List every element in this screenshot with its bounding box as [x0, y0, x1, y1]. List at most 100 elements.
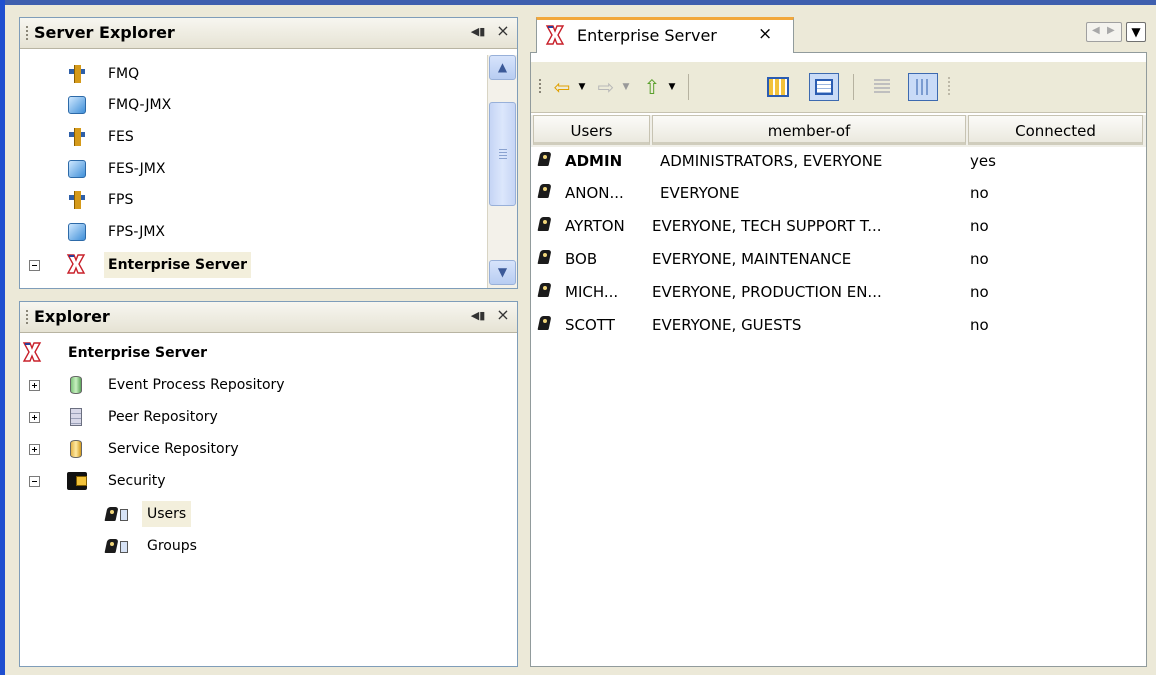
close-tab-icon[interactable]: × [758, 24, 772, 44]
users-icon [104, 506, 120, 522]
tree-item-event-process-repository[interactable]: Event Process Repository [20, 371, 500, 399]
column-view-button[interactable] [908, 73, 938, 101]
table-header: Users member-of Connected [531, 115, 1146, 147]
back-dropdown-icon[interactable]: ▼ [575, 75, 589, 99]
explorer-titlebar: Explorer ◀▮ × [20, 302, 517, 333]
server-explorer-panel: Server Explorer ◀▮ × FMQ FMQ-JMX FES FES… [19, 17, 518, 289]
scroll-down-button[interactable]: ▼ [489, 260, 516, 285]
forward-dropdown-icon[interactable]: ▼ [619, 75, 633, 99]
drag-grip-icon[interactable] [26, 26, 28, 41]
cell-member-of: EVERYONE, TECH SUPPORT T... [652, 217, 882, 235]
user-icon [537, 249, 553, 265]
tree-item-fps[interactable]: FPS [20, 186, 480, 214]
peer-repository-icon [70, 408, 82, 426]
table-row[interactable]: MICH... EVERYONE, PRODUCTION EN... no [531, 276, 1131, 308]
scroll-up-button[interactable]: ▲ [489, 55, 516, 80]
cell-user: ADMIN [565, 152, 623, 170]
icon-view-icon[interactable] [767, 77, 789, 97]
up-dropdown-icon[interactable]: ▼ [665, 75, 679, 99]
minimize-icon[interactable]: ◀▮ [470, 309, 486, 323]
cell-member-of: ADMINISTRATORS, EVERYONE [660, 152, 883, 170]
tree-item-label: Service Repository [108, 441, 239, 457]
up-folder-icon[interactable]: ⇧ [639, 75, 665, 99]
groups-badge-icon [120, 541, 128, 553]
window-left-border [0, 0, 5, 675]
tree-item-fes[interactable]: FES [20, 123, 480, 151]
security-icon [67, 472, 87, 490]
tree-item-service-repository[interactable]: Service Repository [20, 435, 500, 463]
list-view-icon[interactable] [874, 79, 890, 93]
back-icon[interactable]: ⇦ [549, 75, 575, 99]
enterprise-server-icon [22, 342, 42, 362]
table-row[interactable]: SCOTT EVERYONE, GUESTS no [531, 309, 1131, 341]
tree-root-enterprise-server[interactable]: Enterprise Server [20, 339, 500, 367]
panel-title: Explorer [34, 307, 110, 326]
tab-enterprise-server[interactable]: Enterprise Server × [536, 17, 794, 53]
scroll-left-icon[interactable]: ◀ [1092, 25, 1100, 36]
tree-item-peer-repository[interactable]: Peer Repository [20, 403, 500, 431]
table-row[interactable]: ADMIN ADMINISTRATORS, EVERYONE yes [531, 145, 1131, 177]
tree-item-label: Users [142, 501, 192, 527]
cell-connected: no [970, 250, 989, 268]
toolbar-separator [853, 74, 854, 100]
cell-member-of: EVERYONE [660, 184, 740, 202]
tab-label: Enterprise Server [577, 26, 717, 45]
tree-item-groups[interactable]: Groups [20, 532, 500, 560]
scroll-thumb[interactable] [489, 102, 516, 206]
details-view-button[interactable] [809, 73, 839, 101]
table-row[interactable]: BOB EVERYONE, MAINTENANCE no [531, 243, 1131, 275]
minimize-icon[interactable]: ◀▮ [470, 25, 486, 39]
tree-item-fps-jmx[interactable]: FPS-JMX [20, 218, 480, 246]
tree-item-label: Peer Repository [108, 409, 218, 425]
tree-item-label: Groups [147, 538, 197, 554]
user-icon [537, 315, 553, 331]
tree-item-enterprise-server[interactable]: Enterprise Server [20, 251, 480, 279]
table-row[interactable]: AYRTON EVERYONE, TECH SUPPORT T... no [531, 210, 1131, 242]
scroll-right-icon[interactable]: ▶ [1107, 25, 1115, 36]
column-header-connected[interactable]: Connected [968, 115, 1143, 145]
tab-scroll-buttons[interactable]: ◀ ▶ [1086, 22, 1122, 42]
drag-grip-icon[interactable] [26, 310, 28, 325]
cell-user: BOB [565, 250, 598, 268]
user-icon [537, 282, 553, 298]
cell-user: AYRTON [565, 217, 625, 235]
cube-icon [68, 160, 86, 178]
tab-list-dropdown-icon[interactable]: ▼ [1126, 22, 1146, 42]
collapse-toggle[interactable] [29, 260, 40, 271]
tree-item-fmq[interactable]: FMQ [20, 60, 480, 88]
cell-connected: no [970, 184, 989, 202]
table-row[interactable]: ANON... EVERYONE no [531, 177, 1131, 209]
server-component-icon [68, 65, 86, 83]
cell-connected: yes [970, 152, 996, 170]
tree-item-label: FES-JMX [108, 161, 166, 177]
tree-item-security[interactable]: Security [20, 467, 500, 495]
tree-item-fes-jmx[interactable]: FES-JMX [20, 155, 480, 183]
tree-item-fmq-jmx[interactable]: FMQ-JMX [20, 91, 480, 119]
toolbar-grip-icon[interactable] [539, 79, 541, 94]
tree-item-users[interactable]: Users [20, 500, 500, 528]
expand-toggle[interactable] [29, 380, 40, 391]
forward-icon[interactable]: ⇨ [593, 75, 619, 99]
server-component-icon [68, 191, 86, 209]
tree-item-label: Enterprise Server [104, 252, 252, 278]
cell-connected: no [970, 283, 989, 301]
expand-toggle[interactable] [29, 444, 40, 455]
editor-toolbar: ⇦ ▼ ⇨ ▼ ⇧ ▼ [531, 62, 1146, 113]
enterprise-server-icon [545, 25, 565, 49]
collapse-toggle[interactable] [29, 476, 40, 487]
close-icon[interactable]: × [495, 307, 511, 323]
server-explorer-scrollbar[interactable]: ▲ ▼ [487, 55, 517, 288]
explorer-panel: Explorer ◀▮ × Enterprise Server Event Pr… [19, 301, 518, 667]
tree-item-label: Event Process Repository [108, 377, 285, 393]
column-header-member-of[interactable]: member-of [652, 115, 966, 145]
database-icon [70, 440, 82, 458]
groups-icon [104, 538, 120, 554]
expand-toggle[interactable] [29, 412, 40, 423]
server-explorer-titlebar: Server Explorer ◀▮ × [20, 18, 517, 49]
cell-connected: no [970, 316, 989, 334]
column-header-users[interactable]: Users [533, 115, 650, 145]
tree-item-label: FPS-JMX [108, 224, 166, 240]
cell-user: ANON... [565, 184, 624, 202]
users-badge-icon [120, 509, 128, 521]
close-icon[interactable]: × [495, 23, 511, 39]
